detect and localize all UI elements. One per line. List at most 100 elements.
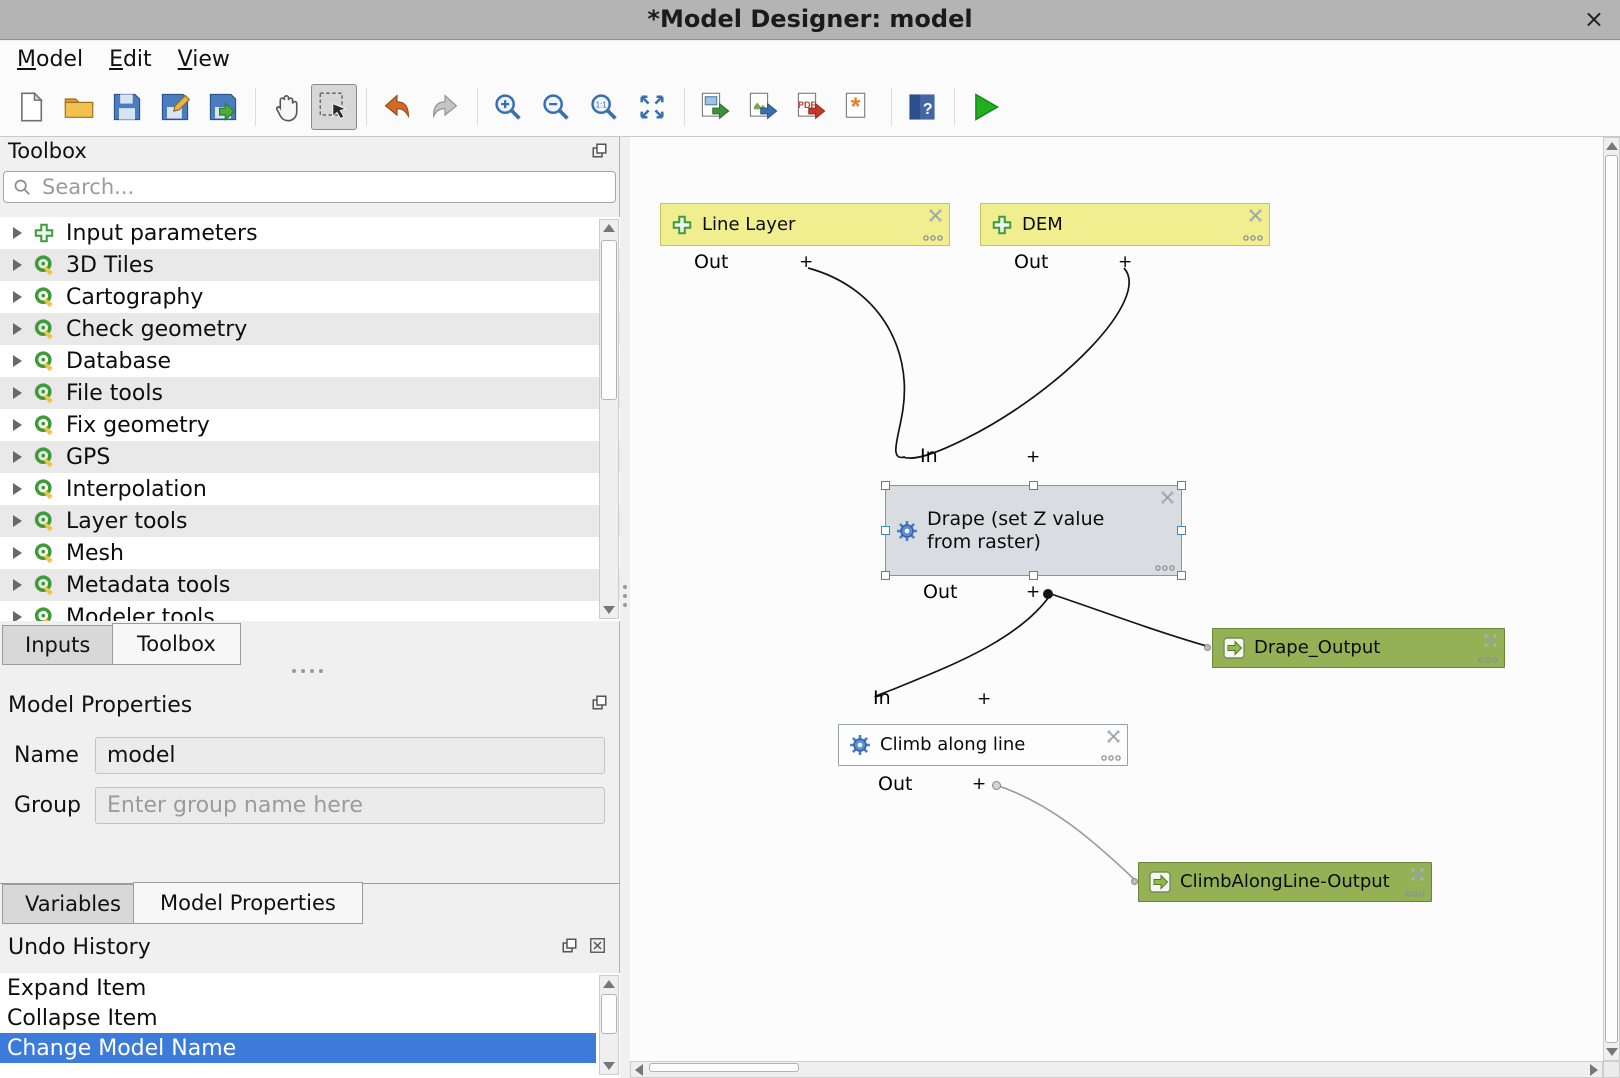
model-name-input[interactable]: [95, 737, 605, 774]
node-climb-along-line[interactable]: Climb along line: [838, 724, 1128, 766]
expander-icon[interactable]: [13, 451, 22, 463]
toolbox-item-database[interactable]: Database: [0, 345, 620, 377]
expander-icon[interactable]: [13, 515, 22, 527]
zoom-out-button[interactable]: [533, 84, 579, 130]
menu-view[interactable]: View: [165, 45, 243, 74]
canvas-vertical-scrollbar[interactable]: [1603, 137, 1620, 1061]
canvas-hscroll-thumb[interactable]: [649, 1063, 799, 1072]
node-line-layer[interactable]: Line Layer: [660, 203, 950, 246]
tab-variables[interactable]: Variables: [2, 884, 144, 924]
expander-icon[interactable]: [13, 483, 22, 495]
zoom-full-button[interactable]: [629, 84, 675, 130]
expander-icon[interactable]: [13, 355, 22, 367]
comment-dots-icon[interactable]: [1405, 891, 1425, 897]
run-model-button[interactable]: [962, 84, 1008, 130]
selection-handle[interactable]: [881, 571, 890, 580]
model-canvas[interactable]: Line Layer Out + DEM Out + In + Drape (s…: [630, 137, 1620, 1078]
zoom-actual-button[interactable]: [581, 84, 627, 130]
undo-item-expand-item[interactable]: Expand Item: [0, 973, 596, 1003]
menu-model[interactable]: Model: [4, 45, 96, 74]
selection-handle[interactable]: [881, 526, 890, 535]
expander-icon[interactable]: [13, 611, 22, 621]
toolbox-item-modeler-tools[interactable]: Modeler tools: [0, 601, 620, 621]
delete-node-icon[interactable]: [928, 208, 943, 223]
toolbox-item-check-geometry[interactable]: Check geometry: [0, 313, 620, 345]
model-group-input[interactable]: [95, 787, 605, 824]
drape-out-port[interactable]: +: [1026, 582, 1040, 602]
new-model-button[interactable]: [8, 84, 54, 130]
menu-edit[interactable]: Edit: [96, 45, 165, 74]
node-drape-output[interactable]: Drape_Output: [1212, 628, 1505, 668]
comment-dots-icon[interactable]: [1155, 565, 1175, 571]
toolbox-item-interpolation[interactable]: Interpolation: [0, 473, 620, 505]
climb-out-port[interactable]: +: [972, 774, 986, 794]
dem-out-port[interactable]: +: [1118, 252, 1132, 272]
toolbox-item-3d-tiles[interactable]: 3D Tiles: [0, 249, 620, 281]
pan-button[interactable]: [263, 84, 309, 130]
comment-dots-icon[interactable]: [1101, 755, 1121, 761]
export-as-script-button[interactable]: [836, 84, 882, 130]
float-panel-icon[interactable]: [592, 695, 607, 710]
scroll-up-arrow[interactable]: [600, 220, 618, 236]
undo-item-collapse-item[interactable]: Collapse Item: [0, 1003, 596, 1033]
selection-handle[interactable]: [1029, 481, 1038, 490]
node-dem[interactable]: DEM: [980, 203, 1270, 246]
delete-node-icon[interactable]: [1248, 208, 1263, 223]
search-input[interactable]: [40, 174, 606, 200]
toolbox-item-metadata-tools[interactable]: Metadata tools: [0, 569, 620, 601]
scroll-down-arrow[interactable]: [600, 1058, 618, 1074]
selection-handle[interactable]: [881, 481, 890, 490]
panel-splitter-handle[interactable]: [623, 585, 627, 607]
node-drape[interactable]: Drape (set Z value from raster): [885, 485, 1182, 576]
export-as-svg-button[interactable]: [740, 84, 786, 130]
scroll-up-arrow[interactable]: [1604, 138, 1619, 154]
save-model-button[interactable]: [104, 84, 150, 130]
expander-icon[interactable]: [13, 579, 22, 591]
canvas-vscroll-thumb[interactable]: [1605, 155, 1618, 1043]
climb-output-in-socket[interactable]: [1131, 878, 1138, 885]
climb-in-port[interactable]: +: [977, 689, 991, 709]
undo-button[interactable]: [374, 84, 420, 130]
delete-node-icon[interactable]: [1410, 867, 1425, 882]
canvas-horizontal-scrollbar[interactable]: [630, 1061, 1603, 1078]
comment-dots-icon[interactable]: [1243, 235, 1263, 241]
toolbox-item-fix-geometry[interactable]: Fix geometry: [0, 409, 620, 441]
toolbox-item-mesh[interactable]: Mesh: [0, 537, 620, 569]
select-items-button[interactable]: [311, 84, 357, 130]
delete-node-icon[interactable]: [1160, 490, 1175, 505]
expander-icon[interactable]: [13, 547, 22, 559]
save-model-to-project-button[interactable]: [200, 84, 246, 130]
undo-item-change-model-name[interactable]: Change Model Name: [0, 1033, 596, 1063]
expander-icon[interactable]: [13, 387, 22, 399]
float-panel-icon[interactable]: [592, 143, 607, 158]
zoom-in-button[interactable]: [485, 84, 531, 130]
export-as-pdf-button[interactable]: [788, 84, 834, 130]
toolbox-item-layer-tools[interactable]: Layer tools: [0, 505, 620, 537]
close-panel-icon[interactable]: [590, 938, 605, 953]
toolbox-item-file-tools[interactable]: File tools: [0, 377, 620, 409]
expander-icon[interactable]: [13, 259, 22, 271]
delete-node-icon[interactable]: [1106, 729, 1121, 744]
save-model-as-button[interactable]: [152, 84, 198, 130]
splitter-handle[interactable]: [292, 669, 323, 673]
toolbox-item-gps[interactable]: GPS: [0, 441, 620, 473]
redo-button[interactable]: [422, 84, 468, 130]
expander-icon[interactable]: [13, 323, 22, 335]
tree-scrollbar[interactable]: [599, 219, 619, 619]
comment-dots-icon[interactable]: [1478, 657, 1498, 663]
scroll-left-arrow[interactable]: [631, 1062, 647, 1077]
drape-out-socket[interactable]: [1043, 589, 1053, 599]
comment-dots-icon[interactable]: [923, 235, 943, 241]
selection-handle[interactable]: [1029, 571, 1038, 580]
expander-icon[interactable]: [13, 227, 22, 239]
undo-scrollbar[interactable]: [599, 975, 619, 1075]
scroll-up-arrow[interactable]: [600, 976, 618, 992]
export-as-image-button[interactable]: [692, 84, 738, 130]
selection-handle[interactable]: [1177, 481, 1186, 490]
scroll-right-arrow[interactable]: [1586, 1062, 1602, 1077]
toolbox-item-cartography[interactable]: Cartography: [0, 281, 620, 313]
open-model-button[interactable]: [56, 84, 102, 130]
help-button[interactable]: [899, 84, 945, 130]
drape-output-in-socket[interactable]: [1204, 644, 1211, 651]
tree-scrollbar-thumb[interactable]: [601, 240, 617, 400]
